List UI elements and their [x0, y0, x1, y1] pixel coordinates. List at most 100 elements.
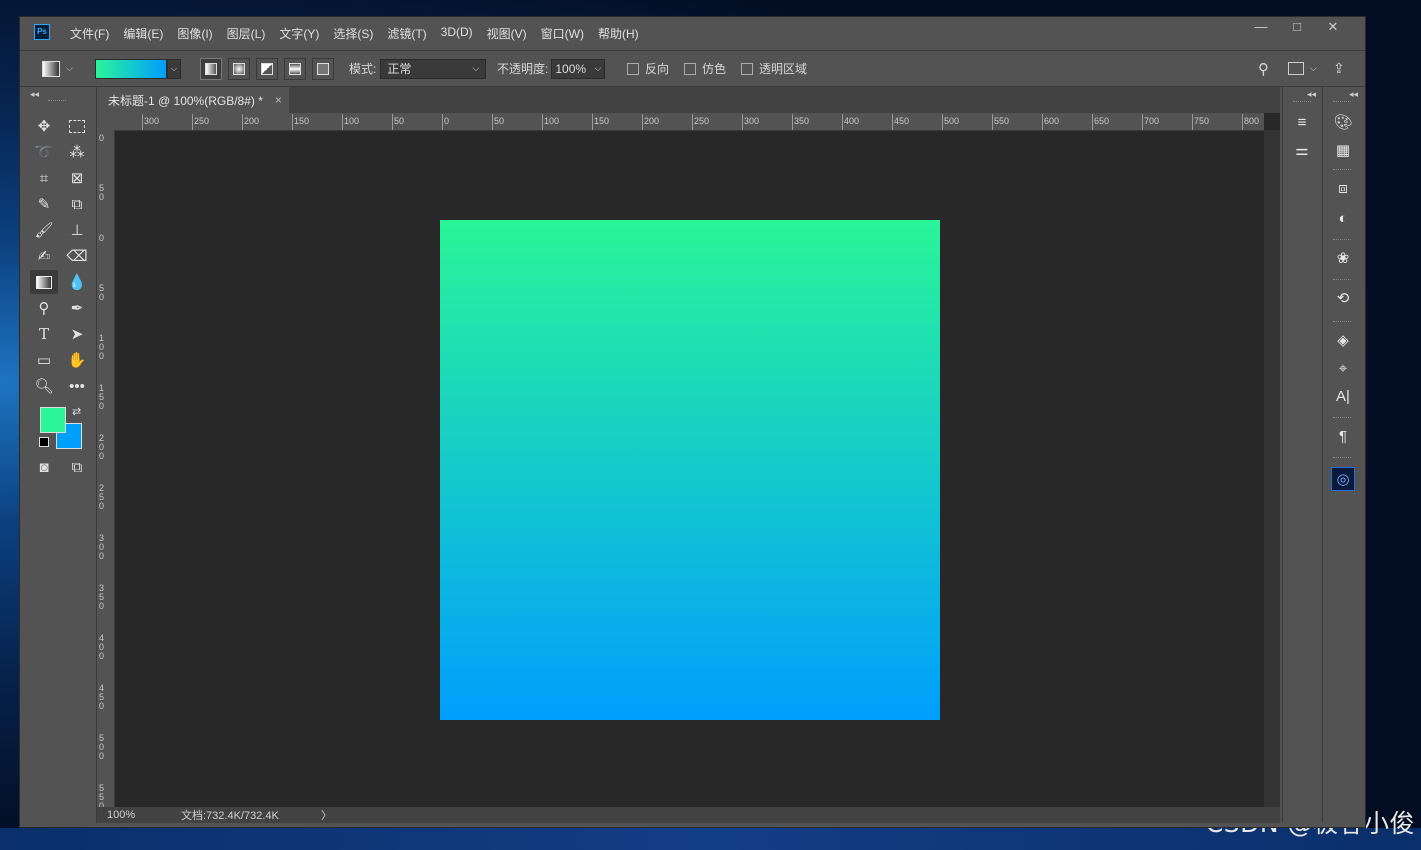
collapse-icon[interactable]: ◂◂ — [1349, 89, 1358, 100]
paragraph-icon[interactable]: ¶ — [1329, 425, 1357, 447]
maximize-button[interactable]: □ — [1279, 19, 1315, 35]
gradient-swatch[interactable] — [95, 58, 167, 79]
panel-grip[interactable] — [1333, 321, 1351, 324]
workspace-switcher[interactable]: ⌵ — [1288, 51, 1317, 86]
close-tab-icon[interactable]: × — [275, 93, 282, 107]
type-tool-icon[interactable]: T — [30, 322, 58, 346]
menu-edit[interactable]: 编辑(E) — [123, 25, 163, 42]
gradient-dropdown-button[interactable]: ⌵ — [167, 58, 181, 79]
move-tool-icon[interactable]: ✥ — [30, 114, 58, 138]
marquee-tool-icon[interactable] — [63, 114, 91, 138]
zoom-tool-icon[interactable]: 🔍︎ — [30, 374, 58, 398]
gradient-canvas[interactable] — [440, 220, 940, 720]
panel-grip[interactable] — [48, 100, 66, 103]
share-icon[interactable]: ⇪ — [1333, 51, 1345, 86]
search-icon[interactable]: ⚲ — [1258, 51, 1269, 86]
eraser-tool-icon[interactable]: ⌫ — [63, 244, 91, 268]
collapse-icon[interactable]: ◂◂ — [1307, 89, 1316, 100]
linear-gradient-button[interactable] — [200, 57, 222, 80]
menu-view[interactable]: 视图(V) — [487, 25, 527, 42]
menu-type[interactable]: 文字(Y) — [279, 25, 319, 42]
transparency-label: 透明区域 — [759, 62, 808, 76]
pen-tool-icon[interactable]: ✒ — [63, 296, 91, 320]
opacity-field[interactable]: 100% ⌵ — [551, 58, 606, 79]
path-selection-tool-icon[interactable]: ➤ — [63, 322, 91, 346]
gradient-tool-icon[interactable] — [30, 270, 58, 294]
collapse-icon[interactable]: ◂◂ — [30, 89, 39, 100]
minimize-button[interactable]: — — [1243, 19, 1279, 35]
eyedropper-tool-icon[interactable]: ✎ — [30, 192, 58, 216]
close-button[interactable]: ✕ — [1315, 19, 1351, 35]
lasso-tool-icon[interactable]: ➰ — [30, 140, 58, 164]
reverse-checkbox[interactable] — [627, 62, 639, 75]
document-tab[interactable]: 未标题-1 @ 100%(RGB/8#) * × — [97, 87, 289, 113]
dither-option[interactable]: 仿色 — [684, 51, 726, 86]
magic-wand-tool-icon[interactable]: ⁂ — [63, 140, 91, 164]
brush-tool-icon[interactable]: 🖌 — [30, 218, 58, 242]
menu-3d[interactable]: 3D(D) — [441, 25, 473, 42]
panel-grip[interactable] — [1293, 101, 1311, 104]
menu-file[interactable]: 文件(F) — [70, 25, 109, 42]
menu-layer[interactable]: 图层(L) — [227, 25, 266, 42]
hand-tool-icon[interactable]: ✋ — [63, 348, 91, 372]
ruler-h-label: 50 — [494, 116, 505, 126]
panel-grip[interactable] — [1333, 417, 1351, 420]
more-tools-icon[interactable]: ••• — [63, 374, 91, 398]
ruler-h-label: 700 — [1144, 116, 1160, 126]
brush-settings-icon[interactable]: ≡ — [1288, 111, 1316, 133]
ruler-h-tick — [542, 114, 543, 130]
tool-preset-picker[interactable]: ⌵ — [42, 51, 73, 86]
angle-gradient-button[interactable] — [256, 57, 278, 80]
blur-tool-icon[interactable]: 💧 — [63, 270, 91, 294]
adjustments-icon[interactable]: ◐ — [1329, 207, 1357, 229]
menu-filter[interactable]: 滤镜(T) — [387, 25, 426, 42]
default-colors-icon[interactable] — [39, 437, 49, 447]
frame-tool-icon[interactable]: ⊠ — [63, 166, 91, 190]
panel-grip[interactable] — [1333, 101, 1351, 104]
layers-icon[interactable]: ◈ — [1329, 329, 1357, 351]
transparency-option[interactable]: 透明区域 — [741, 51, 807, 86]
character-icon[interactable]: A| — [1329, 385, 1357, 407]
vertical-scrollbar[interactable] — [1264, 130, 1280, 807]
panel-grip[interactable] — [1333, 169, 1351, 172]
ruler-v-label: 350 — [99, 583, 105, 611]
menu-image[interactable]: 图像(I) — [177, 25, 212, 42]
panel-grip[interactable] — [1333, 457, 1351, 460]
zoom-level[interactable]: 100% — [107, 809, 147, 821]
status-menu-arrow[interactable]: 〉 — [321, 807, 332, 823]
gradient-picker[interactable]: ⌵ — [95, 51, 181, 86]
foreground-color-swatch[interactable] — [40, 407, 66, 433]
menu-help[interactable]: 帮助(H) — [598, 25, 639, 42]
menu-window[interactable]: 窗口(W) — [541, 25, 584, 42]
horizontal-ruler[interactable]: 300 250 200 150 100 50 0 50 100 150 200 250 300 350 40… — [114, 113, 1264, 131]
panel-grip[interactable] — [1333, 279, 1351, 282]
adjust-sliders-icon[interactable]: ⚌ — [1288, 139, 1316, 161]
panel-grip[interactable] — [1333, 239, 1351, 242]
diamond-gradient-button[interactable] — [312, 57, 334, 80]
mode-select[interactable]: 正常 ⌵ — [380, 58, 487, 79]
reverse-option[interactable]: 反向 — [627, 51, 669, 86]
radial-gradient-button[interactable] — [228, 57, 250, 80]
dither-checkbox[interactable] — [684, 62, 696, 75]
stamp-tool-icon[interactable]: ⊥ — [63, 218, 91, 242]
channels-icon[interactable]: ❀ — [1329, 247, 1357, 269]
plugin-icon[interactable]: ◎ — [1331, 467, 1355, 491]
transparency-checkbox[interactable] — [741, 62, 753, 75]
history-brush-tool-icon[interactable]: ✍ — [30, 244, 58, 268]
quick-mask-icon[interactable]: ◙ — [30, 455, 58, 479]
vertical-ruler[interactable]: 0 50 0 50 100 150 200 250 300 350 400 450 500 550 — [97, 130, 115, 807]
color-palette-icon[interactable]: 🎨︎ — [1329, 111, 1357, 133]
ruler-origin[interactable] — [97, 113, 114, 130]
spot-healing-tool-icon[interactable]: ⧉ — [63, 192, 91, 216]
libraries-icon[interactable]: ⧈ — [1329, 177, 1357, 199]
rectangle-tool-icon[interactable]: ▭ — [30, 348, 58, 372]
reflected-gradient-button[interactable] — [284, 57, 306, 80]
swatches-grid-icon[interactable]: ▦ — [1329, 139, 1357, 161]
history-icon[interactable]: ⟲ — [1329, 287, 1357, 309]
crop-tool-icon[interactable]: ⌗ — [30, 166, 58, 190]
menu-select[interactable]: 选择(S) — [333, 25, 373, 42]
swap-colors-icon[interactable]: ⇄ — [72, 405, 81, 418]
paths-icon[interactable]: ⌖ — [1329, 357, 1357, 379]
screen-mode-icon[interactable]: ⧉ — [63, 455, 91, 479]
dodge-tool-icon[interactable]: ⚲ — [30, 296, 58, 320]
